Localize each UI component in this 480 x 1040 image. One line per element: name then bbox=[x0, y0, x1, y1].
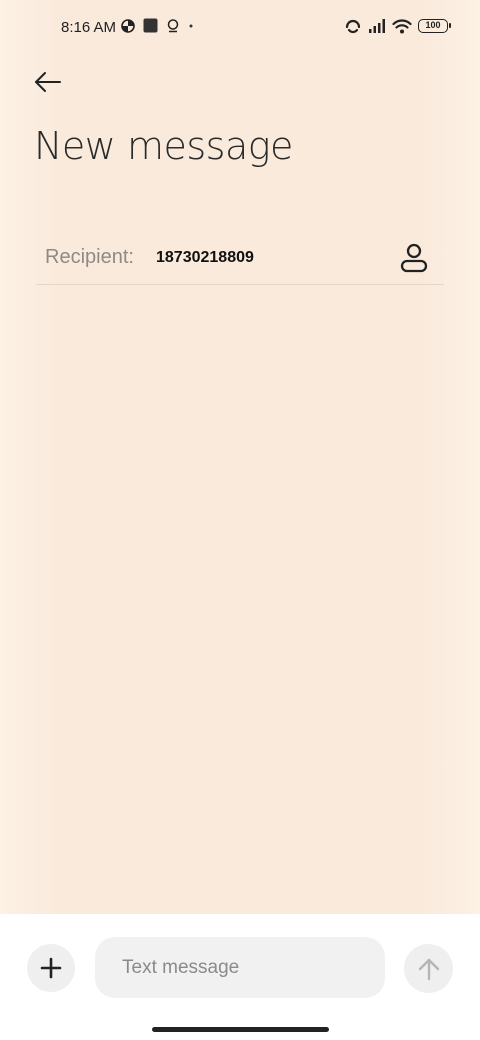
location-pie-icon bbox=[121, 18, 135, 33]
page-title: New message bbox=[34, 124, 293, 168]
status-right-icons: 100 bbox=[344, 18, 451, 34]
status-time: 8:16 AM bbox=[61, 19, 117, 36]
recipient-label: Recipient: bbox=[45, 246, 134, 268]
recipient-row[interactable]: Recipient: 18730218809 bbox=[36, 234, 444, 285]
assistant-icon bbox=[167, 18, 179, 32]
composer-bar bbox=[0, 914, 480, 1040]
cellular-signal-icon bbox=[369, 19, 385, 33]
battery-indicator: 100 bbox=[418, 19, 451, 33]
signal-loop-icon bbox=[345, 19, 361, 34]
back-button[interactable] bbox=[30, 64, 66, 100]
status-bar: 8:16 AM 100 bbox=[0, 0, 480, 56]
arrow-up-icon bbox=[418, 958, 439, 980]
status-left-icons bbox=[121, 18, 194, 33]
contact-picker-button[interactable] bbox=[396, 240, 432, 276]
home-indicator[interactable] bbox=[152, 1027, 329, 1032]
dot-icon bbox=[189, 24, 193, 27]
message-input[interactable] bbox=[95, 937, 385, 998]
send-button[interactable] bbox=[404, 944, 453, 993]
wifi-icon bbox=[392, 19, 412, 34]
add-attachment-button[interactable] bbox=[27, 944, 75, 992]
square-app-icon bbox=[143, 18, 158, 33]
person-icon bbox=[400, 243, 428, 273]
recipient-value[interactable]: 18730218809 bbox=[156, 249, 254, 267]
plus-icon bbox=[40, 957, 62, 979]
arrow-left-icon bbox=[35, 72, 61, 92]
